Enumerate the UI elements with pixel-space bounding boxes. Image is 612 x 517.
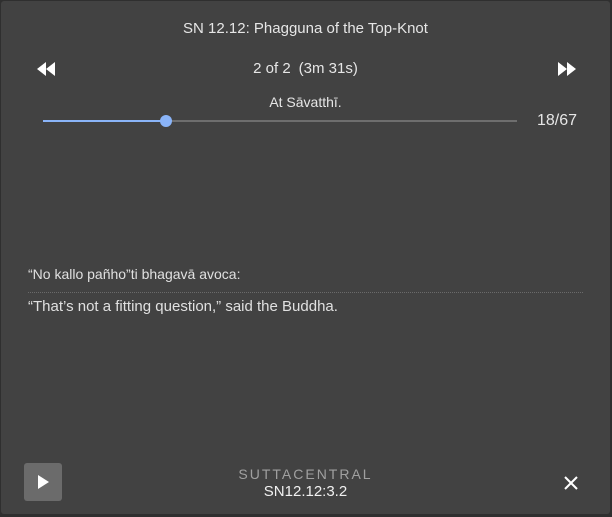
slider-thumb[interactable] — [160, 115, 173, 127]
segment-caption: At Sāvatthī. — [269, 94, 342, 110]
segment-counter: 18/67 — [537, 112, 578, 129]
next-track-button[interactable] — [554, 59, 580, 79]
track-info: 2 of 2 (3m 31s) — [1, 60, 610, 77]
english-text: “That’s not a fitting question,” said th… — [28, 298, 338, 315]
fast-forward-icon — [558, 62, 576, 76]
segment-slider[interactable] — [43, 113, 517, 129]
pali-text: “No kallo pañho”ti bhagavā avoca: — [28, 266, 241, 282]
close-button[interactable] — [560, 472, 582, 494]
track-position: 2 of 2 — [253, 60, 291, 77]
brand-label: SUTTACENTRAL — [238, 466, 373, 482]
close-icon — [564, 476, 578, 490]
segment-reference: SN12.12:3.2 — [263, 483, 348, 500]
text-divider — [28, 292, 583, 293]
sutta-title: SN 12.12: Phagguna of the Top-Knot — [183, 20, 428, 37]
slider-fill — [43, 120, 167, 122]
track-duration: (3m 31s) — [298, 60, 358, 77]
audio-player-dialog: SN 12.12: Phagguna of the Top-Knot 2 of … — [1, 1, 610, 514]
